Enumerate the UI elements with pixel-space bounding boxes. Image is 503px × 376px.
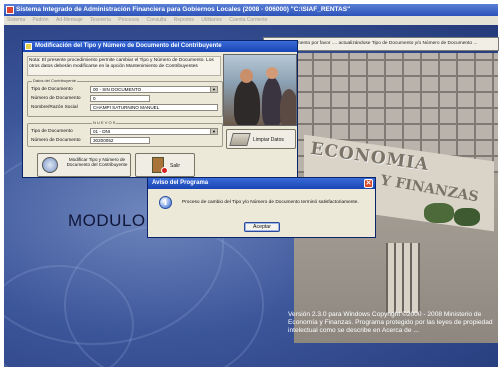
menu-item[interactable]: Ad-Mensaje — [56, 17, 83, 23]
clear-data-button[interactable]: Limpiar Datos — [226, 129, 296, 149]
menu-item[interactable]: Cuenta Corriente — [229, 17, 267, 23]
doc-type-value: 00 - SIN DOCUMENTO — [93, 87, 142, 92]
chevron-down-icon[interactable]: ▼ — [210, 129, 217, 134]
modify-document-label: Modificar Tipo y Número de Documento del… — [66, 157, 128, 168]
message-box-title-bar[interactable]: Aviso del Programa ✕ — [148, 178, 375, 189]
menu-item[interactable]: Procesos — [118, 17, 139, 23]
doc-type-label: Tipo de Documento — [31, 87, 73, 92]
status-message-window: Espere un momento por favor .... actuali… — [263, 37, 499, 51]
modify-document-button[interactable]: Modificar Tipo y Número de Documento del… — [37, 153, 131, 177]
name-row: Nombre/Razón Social — [31, 104, 87, 111]
exit-button[interactable]: Salir — [135, 153, 195, 177]
name-label: Nombre/Razón Social — [31, 105, 78, 110]
menu-bar: Sistema Padrón Ad-Mensaje Tesorería Proc… — [4, 16, 498, 25]
screen: Sistema Integrado de Administración Fina… — [0, 0, 503, 376]
new-data-group: N U E V O S Tipo de Documento 01 - DNI ▼… — [27, 120, 223, 147]
doc-number-row: Número de Documento — [31, 95, 87, 102]
doc-number-field[interactable]: 0 — [90, 95, 150, 102]
message-text: Proceso de cambio del Tipo y/o Número de… — [182, 200, 359, 205]
bottom-margin — [0, 367, 503, 376]
person-figure — [234, 79, 260, 125]
doc-type-row: Tipo de Documento — [31, 86, 87, 93]
menu-item[interactable]: Tesorería — [90, 17, 111, 23]
office-photo — [223, 54, 297, 126]
menu-item[interactable]: Utilitarios — [201, 17, 222, 23]
group-title: N U E V O S — [92, 120, 117, 125]
plant — [454, 208, 480, 226]
chevron-down-icon[interactable]: ▼ — [210, 87, 217, 92]
menu-item[interactable]: Sistema — [7, 17, 25, 23]
name-field[interactable]: CHAMPI SATURNINO MANUEL — [90, 104, 218, 111]
app-icon — [6, 6, 14, 14]
user-card-icon — [42, 157, 58, 173]
new-doc-type-select[interactable]: 01 - DNI ▼ — [90, 128, 218, 135]
person-figure — [280, 89, 296, 125]
menu-item[interactable]: Reportes — [174, 17, 194, 23]
new-doc-type-value: 01 - DNI — [93, 129, 111, 134]
new-doc-number-label: Número de Documento — [31, 138, 81, 143]
new-doc-number-row: Número de Documento — [31, 137, 87, 144]
current-data-group: Datos del Contribuyente Tipo de Document… — [27, 78, 223, 117]
clear-data-label: Limpiar Datos — [253, 137, 284, 143]
menu-item[interactable]: Consulta — [147, 17, 167, 23]
exit-label: Salir — [170, 163, 181, 169]
stop-icon — [161, 167, 168, 174]
doc-number-label: Número de Documento — [31, 96, 81, 101]
menu-item[interactable]: Padrón — [32, 17, 48, 23]
dialog-icon — [25, 43, 32, 50]
dialog-title: Modificación del Tipo y Número de Docume… — [35, 43, 222, 49]
doc-type-select[interactable]: 00 - SIN DOCUMENTO ▼ — [90, 86, 218, 93]
app-title-bar: Sistema Integrado de Administración Fina… — [4, 4, 498, 16]
message-box-title: Aviso del Programa — [152, 180, 209, 186]
app-title: Sistema Integrado de Administración Fina… — [16, 6, 351, 13]
modify-document-dialog: Modificación del Tipo y Número de Docume… — [22, 40, 298, 178]
module-label: MODULO — [68, 211, 146, 230]
info-icon: i — [159, 196, 172, 209]
note-text: Nota: El presente procedimiento permite … — [27, 56, 221, 76]
new-doc-number-field[interactable]: 30200052 — [90, 137, 150, 144]
new-doc-type-row: Tipo de Documento — [31, 128, 87, 135]
person-head — [266, 67, 278, 79]
building-door — [386, 243, 420, 313]
plant — [424, 203, 454, 223]
eraser-icon — [229, 133, 251, 146]
accept-button[interactable]: Aceptar — [244, 222, 280, 232]
new-doc-type-label: Tipo de Documento — [31, 129, 73, 134]
person-figure — [262, 77, 282, 125]
group-title: Datos del Contribuyente — [32, 78, 77, 83]
version-text: Versión 2.3.0 para Windows Copyright ©20… — [288, 311, 493, 334]
message-box: Aviso del Programa ✕ i Proceso de cambio… — [147, 177, 376, 238]
person-head — [240, 69, 253, 83]
dialog-title-bar[interactable]: Modificación del Tipo y Número de Docume… — [23, 41, 297, 52]
close-icon[interactable]: ✕ — [364, 179, 373, 188]
